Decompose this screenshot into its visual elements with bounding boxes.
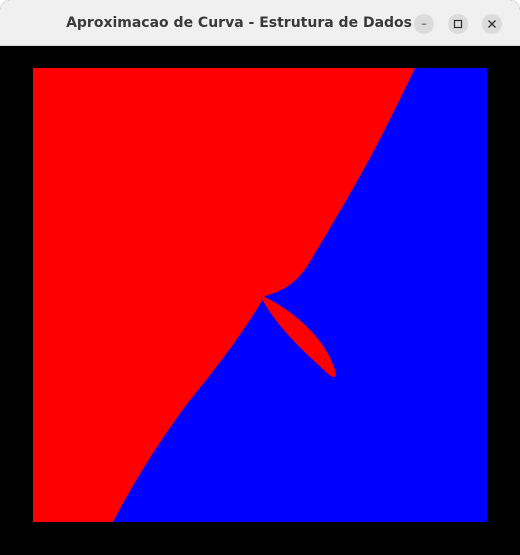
title-bar[interactable]: Aproximacao de Curva - Estrutura de Dado… <box>0 0 520 46</box>
close-icon <box>482 14 502 41</box>
maximize-icon <box>448 14 468 41</box>
minimize-button[interactable]: – <box>414 14 434 34</box>
close-button[interactable] <box>482 14 502 34</box>
drawing-canvas[interactable] <box>0 46 520 555</box>
window-title: Aproximacao de Curva - Estrutura de Dado… <box>66 15 412 31</box>
minimize-icon: – <box>421 17 427 30</box>
curve-approximation-plot <box>0 46 520 555</box>
maximize-button[interactable] <box>448 14 468 34</box>
app-window: Aproximacao de Curva - Estrutura de Dado… <box>0 0 520 555</box>
